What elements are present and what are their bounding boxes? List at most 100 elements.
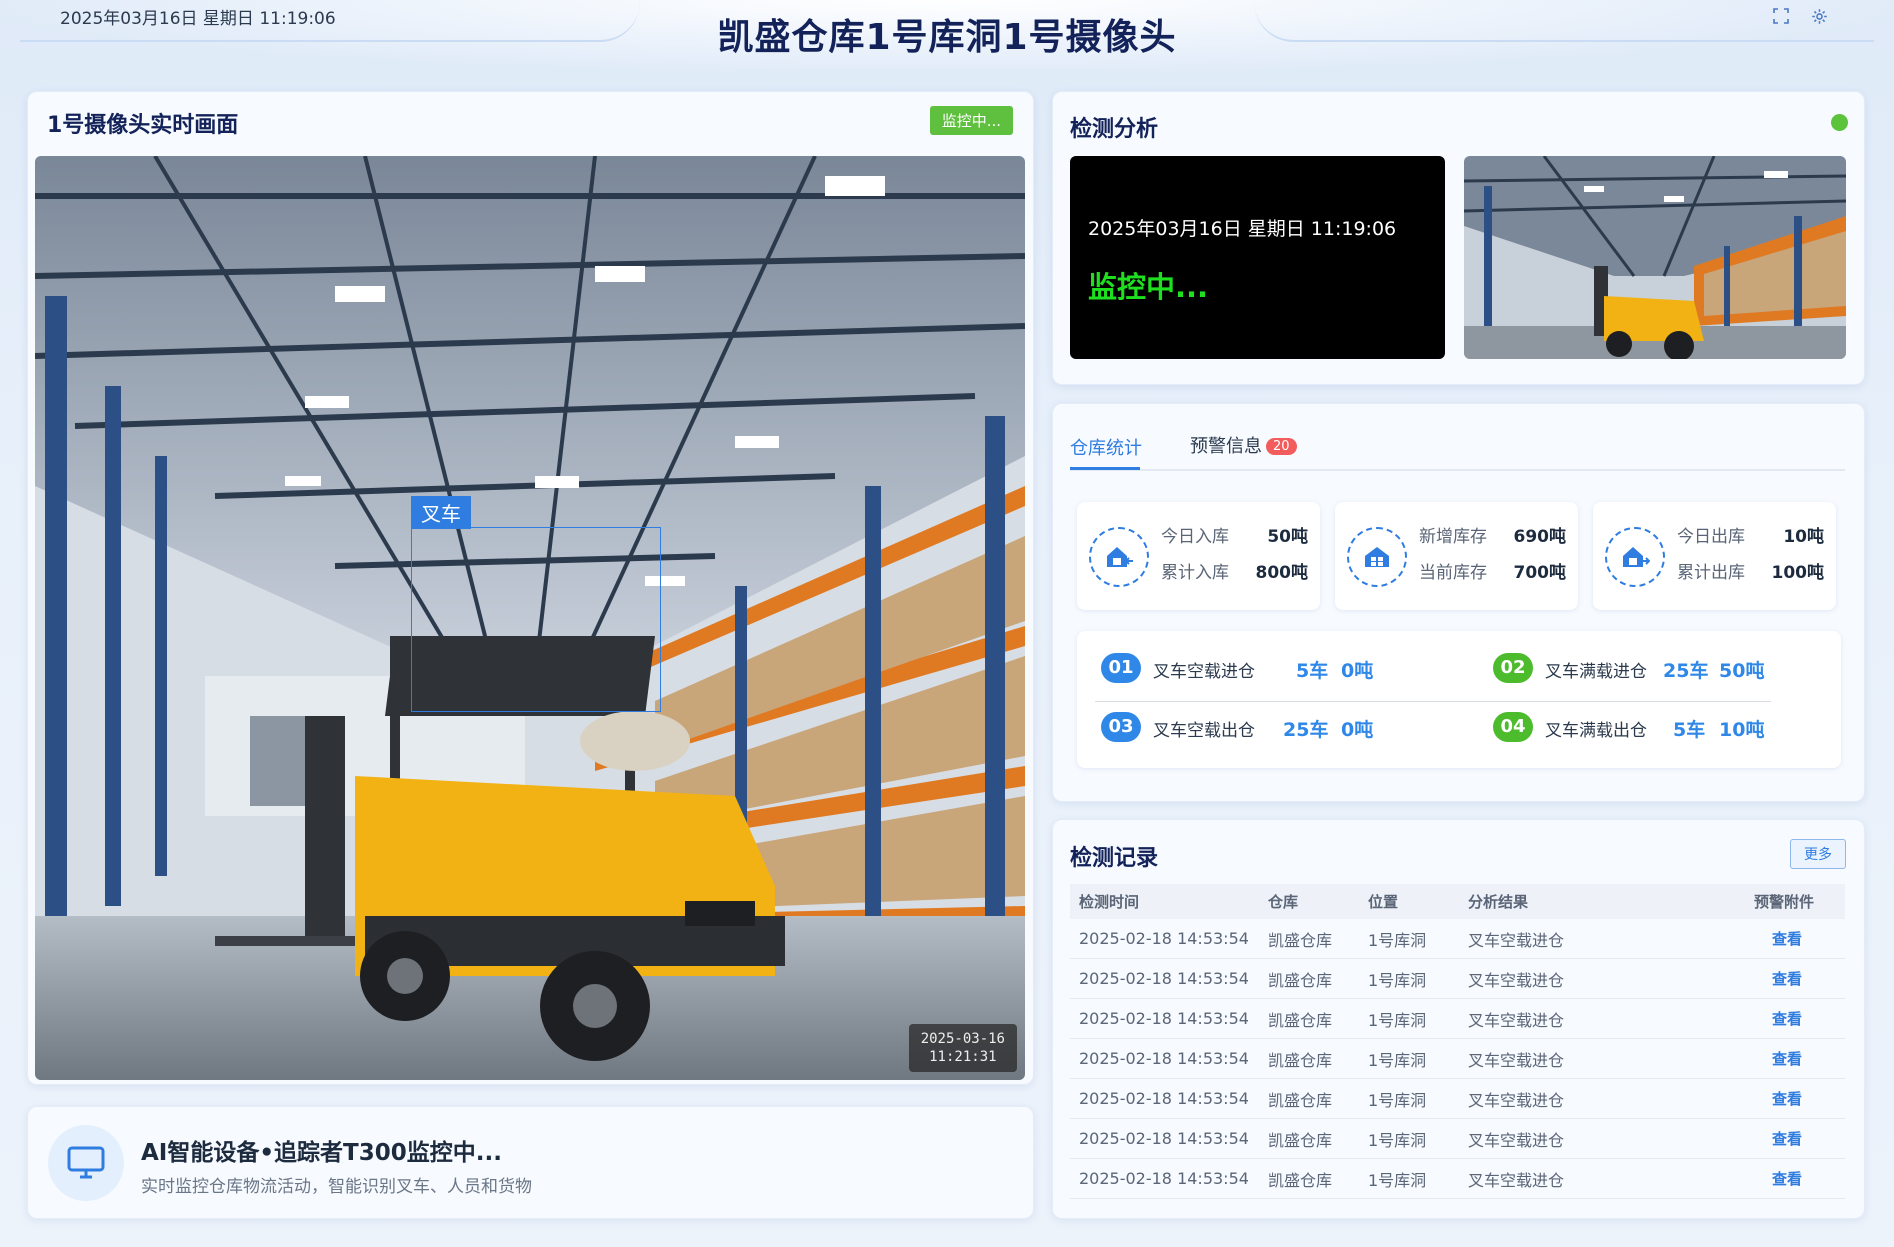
- record-location: 1号库洞: [1359, 1118, 1459, 1159]
- flow-item: 02 叉车满载进仓 25车 50吨: [1493, 653, 1833, 683]
- tab-warehouse-stats[interactable]: 仓库统计: [1070, 434, 1142, 460]
- analysis-screen: 2025年03月16日 星期日 11:19:06 监控中...: [1070, 156, 1445, 359]
- view-attachment-link[interactable]: 查看: [1745, 1078, 1845, 1119]
- flow-number: 04: [1493, 712, 1533, 742]
- stat-value: 100吨: [1771, 563, 1825, 583]
- flow-item: 03 叉车空载出仓 25车 0吨: [1101, 712, 1461, 742]
- view-attachment-link[interactable]: 查看: [1745, 998, 1845, 1039]
- record-result: 叉车空载进仓: [1459, 919, 1745, 959]
- settings-icon[interactable]: [1808, 8, 1830, 30]
- record-warehouse: 凯盛仓库: [1259, 1078, 1359, 1119]
- flow-tons: 0吨: [1341, 660, 1374, 682]
- stat-value: 800吨: [1255, 563, 1309, 583]
- view-attachment-link[interactable]: 查看: [1745, 1038, 1845, 1079]
- flow-divider: [1095, 701, 1771, 702]
- record-warehouse: 凯盛仓库: [1259, 1118, 1359, 1159]
- detection-analysis-panel: 检测分析 2025年03月16日 星期日 11:19:06 监控中...: [1052, 91, 1865, 385]
- flow-cars: 25车: [1283, 719, 1329, 741]
- table-row: 2025-02-18 14:53:54 凯盛仓库 1号库洞 叉车空载进仓 查看: [1070, 1158, 1845, 1199]
- table-row: 2025-02-18 14:53:54 凯盛仓库 1号库洞 叉车空载进仓 查看: [1070, 1038, 1845, 1079]
- stat-label: 今日出库: [1677, 527, 1745, 547]
- record-location: 1号库洞: [1359, 958, 1459, 999]
- record-warehouse: 凯盛仓库: [1259, 958, 1359, 999]
- record-time: 2025-02-18 14:53:54: [1070, 1158, 1259, 1199]
- fullscreen-icon[interactable]: [1770, 8, 1792, 30]
- tab-active-indicator: [1070, 467, 1140, 470]
- live-video-panel: 1号摄像头实时画面 监控中... 叉车 2025-03-16 11:21:31: [27, 91, 1034, 1085]
- record-time: 2025-02-18 14:53:54: [1070, 1078, 1259, 1119]
- stat-label: 今日入库: [1161, 527, 1229, 547]
- column-header: 预警附件: [1745, 884, 1845, 919]
- video-timestamp: 2025-03-16 11:21:31: [908, 1024, 1017, 1072]
- monitor-icon: [48, 1125, 124, 1201]
- header: 2025年03月16日 星期日 11:19:06 凯盛仓库1号库洞1号摄像头: [0, 0, 1894, 70]
- record-location: 1号库洞: [1359, 919, 1459, 959]
- flow-tons: 0吨: [1341, 719, 1374, 741]
- record-warehouse: 凯盛仓库: [1259, 1158, 1359, 1199]
- table-header-row: 检测时间 仓库 位置 分析结果 预警附件: [1070, 884, 1845, 919]
- table-row: 2025-02-18 14:53:54 凯盛仓库 1号库洞 叉车空载进仓 查看: [1070, 919, 1845, 959]
- record-warehouse: 凯盛仓库: [1259, 1038, 1359, 1079]
- tab-warehouse-stats-label: 仓库统计: [1070, 438, 1142, 459]
- monitoring-badge: 监控中...: [929, 106, 1013, 135]
- analysis-screen-time: 2025年03月16日 星期日 11:19:06: [1088, 218, 1397, 240]
- stat-value: 700吨: [1513, 563, 1567, 583]
- camera-feed[interactable]: 叉车 2025-03-16 11:21:31: [35, 156, 1025, 1080]
- ai-device-subtitle: 实时监控仓库物流活动，智能识别叉车、人员和货物: [141, 1177, 532, 1197]
- analysis-screen-status: 监控中...: [1088, 270, 1209, 304]
- stat-label: 新增库存: [1419, 527, 1487, 547]
- stat-label: 当前库存: [1419, 563, 1487, 583]
- video-panel-title: 1号摄像头实时画面: [47, 113, 239, 138]
- record-result: 叉车空载进仓: [1459, 958, 1745, 999]
- flow-tons: 50吨: [1719, 660, 1765, 682]
- column-header: 分析结果: [1459, 884, 1745, 919]
- view-attachment-link[interactable]: 查看: [1745, 958, 1845, 999]
- tab-divider: [1070, 469, 1845, 471]
- snapshot-thumbnail[interactable]: [1464, 156, 1846, 359]
- stat-box-outbound: 今日出库 10吨 累计出库 100吨: [1593, 502, 1836, 610]
- alert-count-badge: 20: [1266, 438, 1297, 455]
- flow-cars: 5车: [1673, 719, 1706, 741]
- record-time: 2025-02-18 14:53:54: [1070, 1038, 1259, 1079]
- detection-label: 叉车: [411, 496, 471, 529]
- warehouse-stats-panel: 仓库统计 预警信息 20 今日入库 50吨 累计入库 800吨 新增库存 690吨…: [1052, 403, 1865, 802]
- flow-cars: 5车: [1296, 660, 1329, 682]
- record-location: 1号库洞: [1359, 1038, 1459, 1079]
- flow-number: 02: [1493, 653, 1533, 683]
- flow-label: 叉车满载出仓: [1545, 721, 1647, 741]
- forklift-flow-summary: 01 叉车空载进仓 5车 0吨 02 叉车满载进仓 25车 50吨 03 叉车空…: [1077, 631, 1841, 768]
- column-header: 仓库: [1259, 884, 1359, 919]
- tab-alerts[interactable]: 预警信息 20: [1190, 432, 1297, 458]
- flow-cars: 25车: [1663, 660, 1709, 682]
- records-table-body: 2025-02-18 14:53:54 凯盛仓库 1号库洞 叉车空载进仓 查看 2025-…: [1070, 919, 1845, 1199]
- video-timestamp-date: 2025-03-16: [920, 1031, 1005, 1047]
- table-row: 2025-02-18 14:53:54 凯盛仓库 1号库洞 叉车空载进仓 查看: [1070, 1078, 1845, 1119]
- stat-label: 累计出库: [1677, 563, 1745, 583]
- more-button[interactable]: 更多: [1790, 839, 1846, 869]
- snapshot-image: [1464, 156, 1846, 359]
- tab-alerts-label: 预警信息: [1190, 436, 1262, 457]
- detection-records-panel: 检测记录 更多 检测时间 仓库 位置 分析结果 预警附件 2025-02-18 …: [1052, 819, 1865, 1219]
- view-attachment-link[interactable]: 查看: [1745, 1158, 1845, 1199]
- records-title: 检测记录: [1070, 846, 1159, 871]
- flow-number: 01: [1101, 653, 1141, 683]
- page-title: 凯盛仓库1号库洞1号摄像头: [717, 17, 1177, 58]
- view-attachment-link[interactable]: 查看: [1745, 1118, 1845, 1159]
- stat-box-inventory: 新增库存 690吨 当前库存 700吨: [1335, 502, 1578, 610]
- detection-box: [411, 527, 661, 712]
- table-row: 2025-02-18 14:53:54 凯盛仓库 1号库洞 叉车空载进仓 查看: [1070, 958, 1845, 999]
- status-indicator: [1831, 114, 1848, 131]
- record-location: 1号库洞: [1359, 998, 1459, 1039]
- video-timestamp-time: 11:21:31: [929, 1049, 997, 1065]
- view-attachment-link[interactable]: 查看: [1745, 919, 1845, 959]
- stat-box-inbound: 今日入库 50吨 累计入库 800吨: [1077, 502, 1320, 610]
- flow-label: 叉车空载出仓: [1153, 721, 1255, 741]
- flow-label: 叉车空载进仓: [1153, 662, 1255, 682]
- record-warehouse: 凯盛仓库: [1259, 919, 1359, 959]
- flow-number: 03: [1101, 712, 1141, 742]
- column-header: 位置: [1359, 884, 1459, 919]
- records-table: 检测时间 仓库 位置 分析结果 预警附件 2025-02-18 14:53:54…: [1070, 884, 1845, 1199]
- warehouse-in-icon: [1089, 527, 1149, 587]
- ai-device-title: AI智能设备•追踪者T300监控中...: [141, 1140, 502, 1166]
- stat-value: 50吨: [1267, 527, 1308, 547]
